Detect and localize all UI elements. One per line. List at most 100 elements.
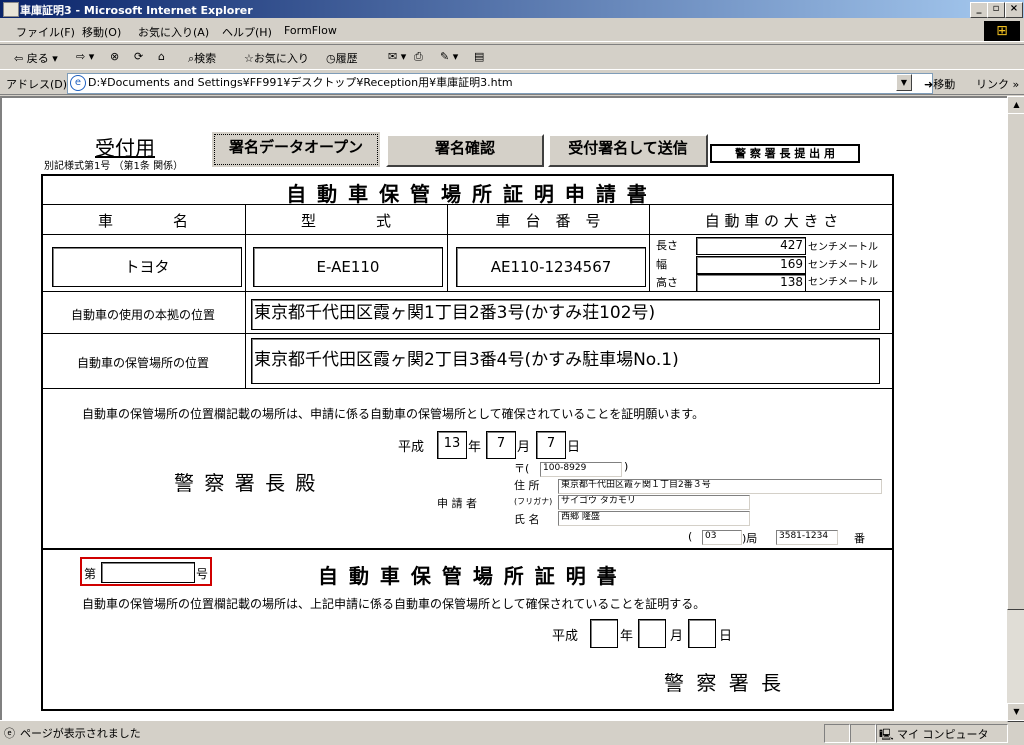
address-dropdown-button[interactable]: ▼ — [896, 74, 912, 91]
header-model: 型 式 — [300, 212, 391, 230]
cert-dai-label: 第 — [84, 567, 97, 581]
height-field[interactable]: 138 — [696, 274, 806, 292]
title-bar: 車庫証明3 - Microsoft Internet Explorer _ ▫ … — [0, 0, 1024, 18]
cert-year-label: 年 — [620, 629, 634, 644]
go-button[interactable]: ➜移動 — [924, 76, 955, 92]
page-icon: e — [70, 75, 86, 91]
phone-open-paren: ( — [688, 530, 693, 543]
forward-button[interactable]: ⇨ ▾ — [76, 50, 94, 63]
zone-label: マイ コンピュータ — [897, 728, 989, 741]
cert-month-label: 月 — [670, 629, 684, 644]
phone-area-field[interactable]: 03 — [702, 530, 742, 545]
app-month-field[interactable]: 7 — [486, 431, 516, 459]
height-unit: センチメートル — [808, 277, 878, 288]
cert-day-field[interactable] — [688, 619, 716, 648]
length-label: 長さ — [656, 239, 678, 252]
length-unit: センチメートル — [808, 242, 878, 253]
scroll-thumb[interactable] — [1007, 113, 1024, 610]
app-era-label: 平成 — [398, 440, 425, 455]
favorites-icon: ☆ — [244, 52, 254, 65]
minimize-button[interactable]: _ — [970, 2, 988, 18]
model-field[interactable]: E-AE110 — [253, 247, 443, 287]
furigana-field[interactable]: サイゴウ タカモリ — [558, 495, 750, 510]
close-button[interactable]: × — [1005, 2, 1023, 18]
menu-bar: ファイル(F) 移動(O) お気に入り(A) ヘルプ(H) FormFlow ⊞ — [0, 20, 1024, 42]
vertical-scrollbar[interactable]: ▲ ▼ — [1007, 96, 1024, 722]
search-button[interactable]: ⌕検索 — [188, 50, 216, 66]
links-button[interactable]: リンク » — [976, 76, 1019, 92]
certificate-title: 自 動 車 保 管 場 所 証 明 書 — [318, 564, 619, 588]
width-unit: センチメートル — [808, 260, 878, 271]
width-label: 幅 — [656, 258, 667, 271]
zone-panel: 🖳 マイ コンピュータ — [876, 724, 1008, 743]
postal-mark: 〒( — [514, 462, 530, 475]
storage-location-label: 自動車の保管場所の位置 — [76, 356, 209, 370]
print-icon[interactable]: ⎙ — [414, 50, 423, 64]
storage-location-field[interactable]: 東京都千代田区霞ヶ関2丁目3番4号(かすみ駐車場No.1) — [251, 338, 880, 384]
app-day-field[interactable]: 7 — [536, 431, 566, 459]
back-button[interactable]: ⇦ 戻る ▾ — [14, 50, 58, 66]
discuss-icon[interactable]: ▤ — [474, 50, 484, 63]
car-name-field[interactable]: トヨタ — [52, 247, 242, 287]
app-year-label: 年 — [468, 440, 482, 455]
toolbar: ⇦ 戻る ▾ ⇨ ▾ ⊗ ⟳ ⌂ ⌕検索 ☆お気に入り ◷履歴 ✉ ▾ ⎙ ✎ … — [0, 44, 1024, 70]
window-title: 車庫証明3 - Microsoft Internet Explorer — [20, 4, 253, 17]
menu-help[interactable]: ヘルプ(H) — [222, 24, 272, 40]
page-content: 受付用 別記様式第1号 （第1条 関係） 署名データオープン 署名確認 受付署名… — [0, 96, 1007, 720]
usage-location-label: 自動車の使用の本拠の位置 — [70, 308, 215, 322]
cert-year-field[interactable] — [590, 619, 618, 648]
certificate-number-field[interactable] — [101, 562, 195, 583]
maximize-button[interactable]: ▫ — [987, 2, 1005, 18]
address-url: D:¥Documents and Settings¥FF991¥デスクトップ¥R… — [88, 76, 513, 89]
mail-icon[interactable]: ✉ ▾ — [388, 50, 406, 63]
menu-go[interactable]: 移動(O) — [82, 24, 121, 40]
height-label: 高さ — [656, 276, 678, 289]
status-text: ページが表示されました — [20, 727, 141, 740]
phone-number-field[interactable]: 3581-1234 — [776, 530, 838, 545]
application-statement: 自動車の保管場所の位置欄記載の場所は、申請に係る自動車の保管場所として確保されて… — [82, 407, 705, 421]
history-button[interactable]: ◷履歴 — [326, 50, 358, 66]
edit-icon[interactable]: ✎ ▾ — [440, 50, 458, 63]
sign-and-send-button[interactable]: 受付署名して送信 — [548, 134, 708, 167]
menu-file[interactable]: ファイル(F) — [16, 24, 75, 40]
phone-ban-label: 番 — [854, 532, 865, 545]
certificate-statement: 自動車の保管場所の位置欄記載の場所は、上記申請に係る自動車の保管場所として確保さ… — [82, 597, 706, 611]
status-bar: ⓔ ページが表示されました 🖳 マイ コンピュータ — [0, 720, 1024, 744]
cert-month-field[interactable] — [638, 619, 666, 648]
address-input[interactable]: e D:¥Documents and Settings¥FF991¥デスクトップ… — [67, 73, 933, 94]
address-label: アドレス(D) — [6, 78, 68, 91]
ie-page-icon — [3, 2, 19, 17]
postal-code-field[interactable]: 100-8929 — [540, 462, 622, 477]
stop-icon[interactable]: ⊗ — [110, 50, 119, 63]
computer-icon: 🖳 — [879, 728, 894, 741]
address-label: 住 所 — [514, 479, 540, 492]
go-arrow-icon: ➜ — [924, 78, 934, 91]
length-field[interactable]: 427 — [696, 237, 806, 255]
header-vehicle-size: 自 動 車 の 大 き さ — [704, 212, 839, 230]
open-signature-button[interactable]: 署名データオープン — [212, 132, 380, 167]
issuing-police-chief: 警 察 署 長 — [664, 671, 785, 695]
applicant-label: 申 請 者 — [437, 497, 477, 510]
address-bar: アドレス(D) e D:¥Documents and Settings¥FF99… — [0, 71, 1024, 95]
refresh-icon[interactable]: ⟳ — [134, 50, 143, 63]
usage-location-field[interactable]: 東京都千代田区霞ヶ関1丁目2番3号(かすみ荘102号) — [251, 299, 880, 330]
applicant-name-field[interactable]: 西郷 隆盛 — [558, 511, 750, 526]
app-year-field[interactable]: 13 — [437, 431, 467, 459]
verify-signature-button[interactable]: 署名確認 — [386, 134, 544, 167]
applicant-address-field[interactable]: 東京都千代田区霞ヶ関１丁目2番３号 — [558, 479, 882, 494]
width-field[interactable]: 169 — [696, 256, 806, 274]
favorites-button[interactable]: ☆お気に入り — [244, 50, 309, 66]
name-label: 氏 名 — [514, 513, 540, 526]
back-arrow-icon: ⇦ — [14, 52, 24, 65]
menu-formflow[interactable]: FormFlow — [284, 24, 337, 37]
windows-logo-icon: ⊞ — [984, 21, 1020, 41]
menu-favorites[interactable]: お気に入り(A) — [138, 24, 209, 40]
chassis-number-field[interactable]: AE110-1234567 — [456, 247, 646, 287]
furigana-label: (フリガナ) — [514, 497, 553, 506]
forward-arrow-icon: ⇨ — [76, 50, 86, 63]
app-month-label: 月 — [517, 440, 531, 455]
police-chief-address: 警 察 署 長 殿 — [174, 471, 318, 495]
postal-close: ) — [624, 460, 629, 473]
home-icon[interactable]: ⌂ — [158, 50, 165, 63]
header-car-name: 車 名 — [97, 212, 188, 230]
